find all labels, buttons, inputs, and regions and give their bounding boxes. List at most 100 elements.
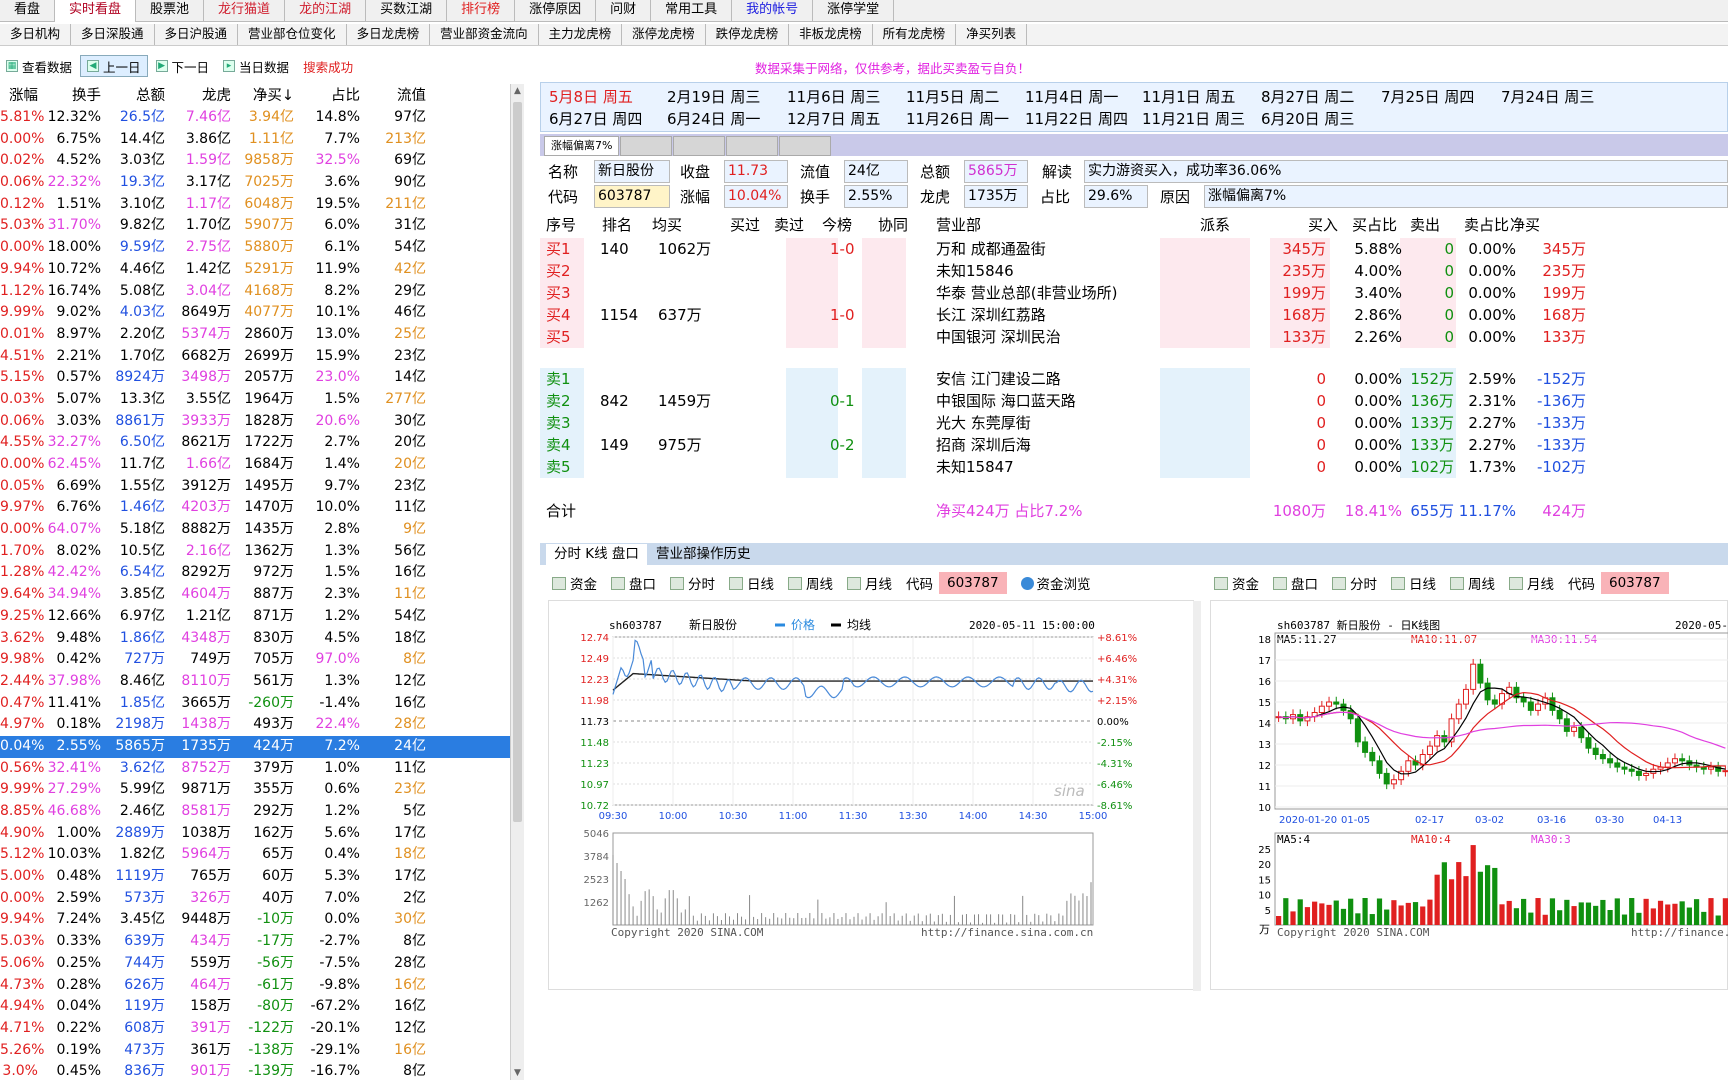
top-tab-0[interactable]: 看盘 <box>0 0 56 22</box>
top-tab-2[interactable]: 股票池 <box>136 0 205 22</box>
sub-tab-6[interactable]: 主力龙虎榜 <box>539 24 623 45</box>
date-item-8[interactable]: 7月24日 周三 <box>1501 86 1594 107</box>
detail-row[interactable]: 卖5 未知15847 0 0.00% 102万 1.73% -102万 <box>540 456 1600 478</box>
sub-tab-10[interactable]: 所有龙虎榜 <box>873 24 957 45</box>
table-row[interactable]: 5.03% 31.70% 9.82亿 1.70亿 5907万 6.0% 31亿 <box>0 215 520 237</box>
table-row[interactable]: 4.73% 0.28% 626万 464万 -61万 -9.8% 16亿 <box>0 975 520 997</box>
detail-header-8[interactable]: 派系 <box>1200 214 1230 236</box>
tab-empty-4[interactable] <box>779 136 831 156</box>
tab-dept-history[interactable]: 营业部操作历史 <box>648 544 759 565</box>
table-row[interactable]: 8.85% 46.68% 2.46亿 8581万 292万 1.2% 5亿 <box>0 801 520 823</box>
prev-day-button[interactable]: ◀ 上一日 <box>80 55 148 77</box>
top-tab-3[interactable]: 龙行猫道 <box>204 0 286 22</box>
table-row[interactable]: 2.44% 37.98% 8.46亿 8110万 561万 1.3% 12亿 <box>0 671 520 693</box>
table-row[interactable]: 0.00% 2.59% 573万 326万 40万 7.0% 2亿 <box>0 888 520 910</box>
chart-btn-0[interactable]: 资金 <box>1214 573 1259 593</box>
table-row[interactable]: 0.03% 5.07% 13.3亿 3.55亿 1964万 1.5% 277亿 <box>0 389 520 411</box>
detail-header-10[interactable]: 买占比 <box>1352 214 1397 236</box>
date-item-11[interactable]: 12月7日 周五 <box>787 108 880 129</box>
intraday-scrollbar[interactable] <box>1193 601 1201 991</box>
table-row[interactable]: 0.00% 6.75% 14.4亿 3.86亿 1.11亿 7.7% 213亿 <box>0 129 520 151</box>
date-item-12[interactable]: 11月26日 周一 <box>906 108 1009 129</box>
date-item-1[interactable]: 2月19日 周三 <box>667 86 760 107</box>
chart-btn-4[interactable]: 周线 <box>1450 573 1495 593</box>
tab-chart[interactable]: 分时 K线 盘口 <box>546 544 647 565</box>
table-row[interactable]: 9.98% 0.42% 727万 749万 705万 97.0% 8亿 <box>0 649 520 671</box>
code-input[interactable]: 603787 <box>1601 572 1669 594</box>
detail-header-6[interactable]: 协同 <box>878 214 908 236</box>
table-row[interactable]: 1.12% 16.74% 5.08亿 3.04亿 4168万 8.2% 29亿 <box>0 281 520 303</box>
fund-browse-button[interactable]: 资金浏览 <box>1020 573 1091 593</box>
next-day-button[interactable]: ▶ 下一日 <box>150 55 216 77</box>
sub-tab-7[interactable]: 涨停龙虎榜 <box>622 24 706 45</box>
table-row[interactable]: 9.94% 10.72% 4.46亿 1.42亿 5291万 11.9% 42亿 <box>0 259 520 281</box>
top-tab-6[interactable]: 排行榜 <box>447 0 516 22</box>
detail-row[interactable]: 卖2 842 1459万 0-1 中银国际 海口蓝天路 0 0.00% 136万 2.31% -1… <box>540 390 1600 412</box>
table-row[interactable]: 5.12% 10.03% 1.82亿 5964万 65万 0.4% 18亿 <box>0 844 520 866</box>
tab-empty-1[interactable] <box>620 136 672 156</box>
table-row[interactable]: 9.94% 7.24% 3.45亿 9448万 -10万 0.0% 30亿 <box>0 909 520 931</box>
chart-btn-3[interactable]: 日线 <box>1391 573 1436 593</box>
table-row[interactable]: 1.70% 8.02% 10.5亿 2.16亿 1362万 1.3% 56亿 <box>0 541 520 563</box>
table-row[interactable]: 9.99% 9.02% 4.03亿 8649万 4077万 10.1% 46亿 <box>0 302 520 324</box>
chart-btn-5[interactable]: 月线 <box>1509 573 1554 593</box>
table-row[interactable]: 4.94% 0.04% 119万 158万 -80万 -67.2% 16亿 <box>0 996 520 1018</box>
tab-deviation[interactable]: 涨幅偏离7% <box>544 136 620 156</box>
table-row[interactable]: 0.00% 62.45% 11.7亿 1.66亿 1684万 1.4% 20亿 <box>0 454 520 476</box>
sub-tab-0[interactable]: 多日机构 <box>0 24 72 45</box>
date-item-3[interactable]: 11月5日 周二 <box>906 86 999 107</box>
tab-empty-2[interactable] <box>673 136 725 156</box>
col-header-4[interactable]: 净买↓ <box>237 84 300 106</box>
detail-row[interactable]: 卖3 光大 东莞厚街 0 0.00% 133万 2.27% -133万 <box>540 412 1600 434</box>
top-tab-7[interactable]: 涨停原因 <box>515 0 597 22</box>
sub-tab-9[interactable]: 非板龙虎榜 <box>789 24 873 45</box>
date-item-13[interactable]: 11月22日 周四 <box>1025 108 1128 129</box>
col-header-6[interactable]: 流值 <box>366 84 432 106</box>
chart-btn-2[interactable]: 分时 <box>1332 573 1377 593</box>
detail-row[interactable]: 买3 华泰 营业总部(非营业场所) 199万 3.40% 0 0.00% 199万 <box>540 282 1600 304</box>
table-row[interactable]: 0.06% 3.03% 8861万 3933万 1828万 20.6% 30亿 <box>0 411 520 433</box>
detail-row[interactable]: 买2 未知15846 235万 4.00% 0 0.00% 235万 <box>540 260 1600 282</box>
table-row[interactable]: 5.81% 12.32% 26.5亿 7.46亿 3.94亿 14.8% 97亿 <box>0 107 520 129</box>
table-row[interactable]: 1.28% 42.42% 6.54亿 8292万 972万 1.5% 16亿 <box>0 562 520 584</box>
table-row[interactable]: 5.15% 0.57% 8924万 3498万 2057万 23.0% 14亿 <box>0 367 520 389</box>
date-item-10[interactable]: 6月24日 周一 <box>667 108 760 129</box>
table-row[interactable]: 3.0% 0.45% 836万 901万 -139万 -16.7% 8亿 <box>0 1061 520 1080</box>
detail-header-7[interactable]: 营业部 <box>936 214 981 236</box>
scroll-up-icon[interactable]: ▲ <box>514 86 521 96</box>
col-header-5[interactable]: 占比 <box>300 84 366 106</box>
table-row[interactable]: 0.00% 64.07% 5.18亿 8882万 1435万 2.8% 9亿 <box>0 519 520 541</box>
view-data-button[interactable]: ▦ 查看数据 <box>0 55 78 77</box>
table-row[interactable]: 0.06% 22.32% 19.3亿 3.17亿 7025万 3.6% 90亿 <box>0 172 520 194</box>
top-tab-4[interactable]: 龙的江湖 <box>285 0 367 22</box>
date-item-9[interactable]: 6月27日 周四 <box>549 108 642 129</box>
sub-tab-4[interactable]: 多日龙虎榜 <box>347 24 431 45</box>
chart-btn-2[interactable]: 分时 <box>670 573 715 593</box>
sub-tab-2[interactable]: 多日沪股通 <box>155 24 239 45</box>
date-item-4[interactable]: 11月4日 周一 <box>1025 86 1118 107</box>
table-row[interactable]: 9.25% 12.66% 6.97亿 1.21亿 871万 1.2% 54亿 <box>0 606 520 628</box>
top-tab-1[interactable]: 实时看盘 <box>55 0 137 22</box>
table-row[interactable]: 5.26% 0.19% 473万 361万 -138万 -29.1% 16亿 <box>0 1040 520 1062</box>
table-row[interactable]: 4.97% 0.18% 2198万 1438万 493万 22.4% 28亿 <box>0 714 520 736</box>
chart-btn-1[interactable]: 盘口 <box>611 573 656 593</box>
chart-btn-0[interactable]: 资金 <box>552 573 597 593</box>
sub-tab-11[interactable]: 净买列表 <box>956 24 1028 45</box>
chart-btn-5[interactable]: 月线 <box>847 573 892 593</box>
today-data-button[interactable]: ▸ 当日数据 <box>217 55 295 77</box>
tab-empty-3[interactable] <box>726 136 778 156</box>
col-header-3[interactable]: 龙虎 <box>171 84 237 106</box>
top-tab-5[interactable]: 买数江湖 <box>366 0 448 22</box>
table-row[interactable]: 0.00% 18.00% 9.59亿 2.75亿 5880万 6.1% 54亿 <box>0 237 520 259</box>
col-header-0[interactable]: 涨幅 <box>0 84 44 106</box>
table-row[interactable]: 4.71% 0.22% 608万 391万 -122万 -20.1% 12亿 <box>0 1018 520 1040</box>
detail-header-13[interactable]: 净买 <box>1510 214 1540 236</box>
table-row[interactable]: 0.02% 4.52% 3.03亿 1.59亿 9858万 32.5% 69亿 <box>0 150 520 172</box>
detail-header-5[interactable]: 今榜 <box>822 214 852 236</box>
date-item-6[interactable]: 8月27日 周二 <box>1261 86 1354 107</box>
chart-btn-1[interactable]: 盘口 <box>1273 573 1318 593</box>
detail-row[interactable]: 卖1 安信 江门建设二路 0 0.00% 152万 2.59% -152万 <box>540 368 1600 390</box>
table-row[interactable]: 9.64% 34.94% 3.85亿 4604万 887万 2.3% 11亿 <box>0 584 520 606</box>
date-item-5[interactable]: 11月1日 周五 <box>1142 86 1235 107</box>
code-input[interactable]: 603787 <box>939 572 1007 594</box>
